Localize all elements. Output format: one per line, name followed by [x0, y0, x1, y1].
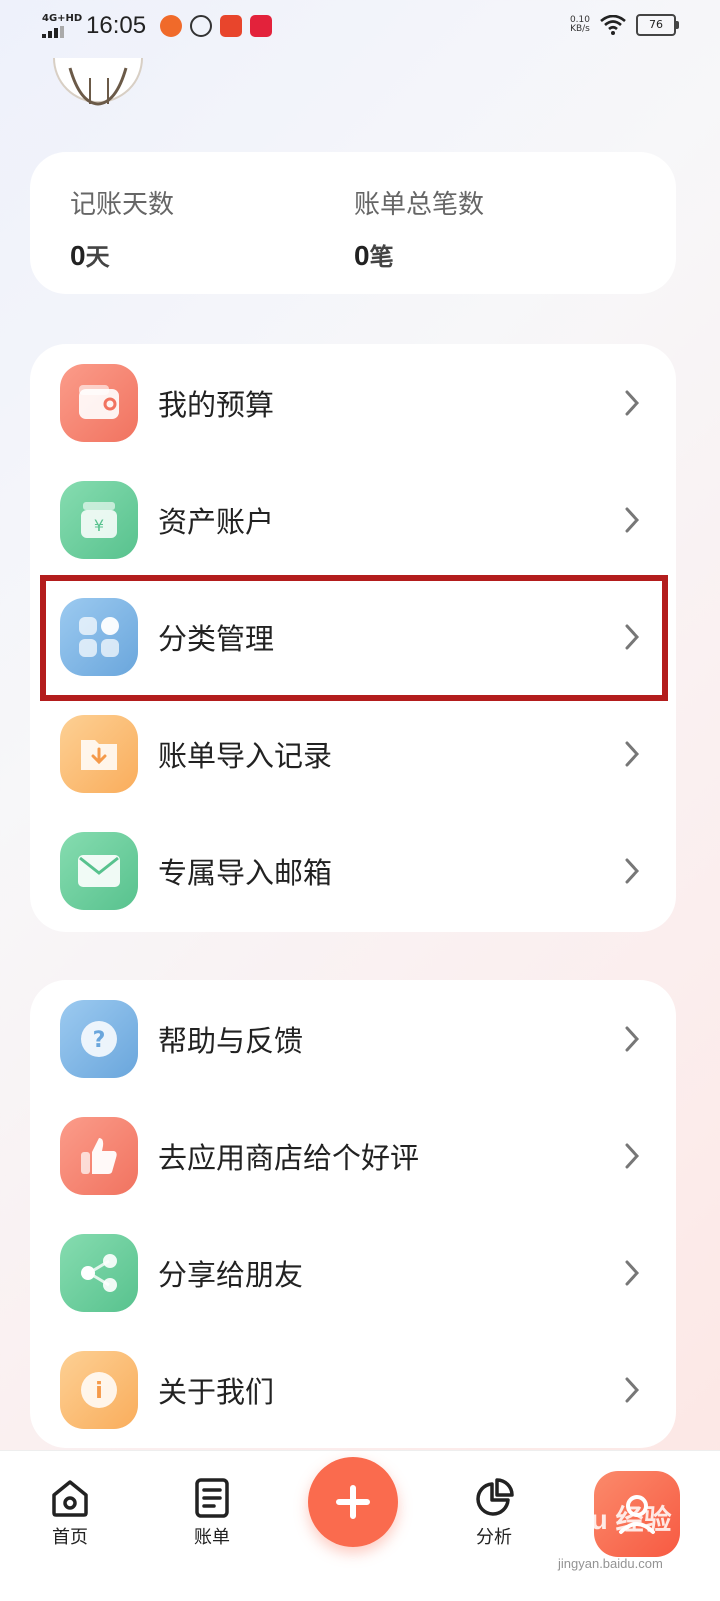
bills-unit: 笔 — [369, 244, 394, 271]
stat-bills-value: 0笔 — [354, 237, 484, 272]
wallet-icon — [60, 363, 138, 442]
menu-item-label: 分享给朋友 — [158, 1259, 304, 1292]
chevron-right-icon — [625, 1026, 640, 1051]
menu-item-help-feedback[interactable]: ? 帮助与反馈 — [30, 980, 676, 1097]
signal-icon: 4G+HD — [42, 14, 82, 38]
clock: 16:05 — [86, 12, 147, 39]
menu-item-import-records[interactable]: 账单导入记录 — [30, 695, 676, 812]
chevron-right-icon — [625, 507, 640, 532]
bills-number: 0 — [354, 240, 370, 271]
tab-home-label: 首页 — [52, 1527, 88, 1547]
thumbs-up-icon — [60, 1116, 138, 1195]
home-icon — [52, 1480, 88, 1517]
chevron-right-icon — [625, 1143, 640, 1168]
app-notification-icon — [190, 15, 213, 37]
stat-days-label: 记账天数 — [70, 189, 175, 219]
menu-item-label: 账单导入记录 — [158, 740, 333, 773]
app-notification-icon — [250, 15, 273, 37]
days-unit: 天 — [85, 244, 110, 271]
tab-analysis[interactable]: 分析 — [454, 1477, 534, 1549]
app-notification-icon — [220, 15, 243, 37]
menu-item-label: 关于我们 — [158, 1376, 275, 1409]
app-notification-icon — [160, 15, 183, 37]
stat-days: 记账天数 0天 — [70, 184, 174, 272]
status-bar: 4G+HD 16:05 0.10 KB/s 76 — [0, 0, 720, 56]
status-left: 4G+HD 16:05 — [42, 12, 273, 40]
tab-bills[interactable]: 账单 — [172, 1477, 252, 1549]
pie-chart-icon — [476, 1478, 514, 1516]
menu-item-rate-app[interactable]: 去应用商店给个好评 — [30, 1097, 676, 1214]
chevron-right-icon — [625, 390, 640, 415]
share-icon — [60, 1233, 138, 1312]
chevron-right-icon — [625, 741, 640, 766]
mail-icon — [60, 831, 138, 910]
stat-bills: 账单总笔数 0笔 — [354, 184, 484, 272]
watermark-url: jingyan.baidu.com — [558, 1556, 663, 1571]
wifi-icon — [600, 15, 626, 35]
menu-item-share[interactable]: 分享给朋友 — [30, 1214, 676, 1331]
stats-card: 记账天数 0天 账单总笔数 0笔 — [30, 152, 676, 294]
help-icon: ? — [60, 999, 138, 1078]
baidu-watermark: Baidu 经验 jingyan.baidu.com — [530, 1498, 710, 1578]
tab-home[interactable]: 首页 — [30, 1477, 110, 1549]
stat-bills-label: 账单总笔数 — [354, 189, 485, 219]
bill-list-icon — [195, 1478, 229, 1518]
menu-item-assets[interactable]: ¥ 资产账户 — [30, 461, 676, 578]
menu-item-label: 去应用商店给个好评 — [158, 1142, 420, 1175]
network-speed: 0.10 KB/s — [570, 16, 590, 34]
info-icon: i — [60, 1350, 138, 1429]
chevron-right-icon — [625, 1260, 640, 1285]
highlight-annotation-box — [40, 575, 668, 701]
watermark-text: Baidu 经验 — [530, 1504, 672, 1535]
network-type: 4G+HD — [42, 13, 83, 24]
menu-item-about[interactable]: i 关于我们 — [30, 1331, 676, 1448]
svg-text:¥: ¥ — [94, 516, 104, 535]
status-right: 0.10 KB/s 76 — [570, 14, 679, 36]
money-bag-icon: ¥ — [60, 480, 138, 559]
menu-item-budget[interactable]: 我的预算 — [30, 344, 676, 461]
svg-text:?: ? — [93, 1028, 106, 1053]
menu-item-label: 帮助与反馈 — [158, 1025, 304, 1058]
avatar[interactable] — [50, 58, 146, 106]
tab-analysis-label: 分析 — [476, 1527, 512, 1547]
battery-indicator: 76 — [636, 14, 679, 36]
add-record-button[interactable] — [308, 1457, 398, 1547]
folder-import-icon — [60, 714, 138, 793]
menu-item-label: 资产账户 — [158, 506, 275, 539]
speed-unit: KB/s — [570, 24, 590, 34]
menu-group-secondary: ? 帮助与反馈 去应用商店给个好评 分享给朋友 i 关于我们 — [30, 980, 676, 1448]
svg-text:i: i — [95, 1379, 103, 1404]
stat-days-value: 0天 — [70, 237, 174, 272]
chevron-right-icon — [625, 1377, 640, 1402]
menu-item-import-mailbox[interactable]: 专属导入邮箱 — [30, 812, 676, 929]
chevron-right-icon — [625, 858, 640, 883]
menu-item-label: 专属导入邮箱 — [158, 857, 333, 890]
menu-item-label: 我的预算 — [158, 389, 275, 422]
days-number: 0 — [70, 240, 86, 271]
avatar-image — [53, 58, 143, 106]
plus-icon — [336, 1485, 370, 1519]
tab-bills-label: 账单 — [194, 1527, 230, 1547]
